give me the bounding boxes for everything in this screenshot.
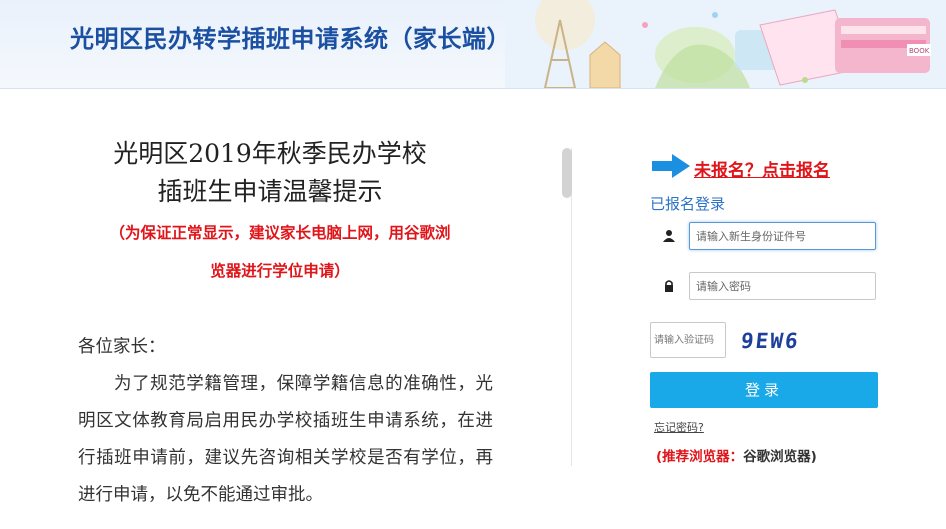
notice-warning-line1: （为保证正常显示，建议家长电脑上网，用谷歌浏 [109,223,451,242]
register-link[interactable]: 未报名？点击报名 [694,156,830,181]
notice-title-line1: 光明区2019年秋季民办学校 [113,139,427,168]
header-banner: 光明区民办转学插班申请系统（家长端） BOOK [0,0,946,89]
captcha-input[interactable] [650,322,726,358]
lock-icon [665,280,673,292]
password-input[interactable] [689,272,876,300]
captcha-image[interactable]: 9EW6 [740,329,801,353]
notice-panel: 光明区2019年秋季民办学校 插班生申请温馨提示 （为保证正常显示，建议家长电脑… [60,135,500,529]
notice-paragraph: 为了规范学籍管理，保障学籍信息的准确性，光明区文体教育局启用民办学校插班生申请系… [78,374,493,505]
notice-scrollbar-thumb[interactable] [562,148,572,198]
id-number-input[interactable] [689,222,876,250]
id-number-field [650,222,878,250]
notice-greeting: 各位家长： [78,337,166,357]
forgot-password-link[interactable]: 忘记密码? [654,419,704,435]
password-field [650,272,878,300]
browser-tip-prefix: (推荐浏览器： [656,449,744,465]
right-arrow-icon [652,154,690,178]
app-title: 光明区民办转学插班申请系统（家长端） [70,25,511,53]
browser-recommendation: (推荐浏览器：谷歌浏览器) [656,445,817,465]
browser-tip-name: 谷歌浏览器) [743,449,817,465]
svg-text:BOOK: BOOK [909,47,930,55]
login-section-label: 已报名登录 [650,195,726,213]
banner-illustration: BOOK [505,0,946,88]
login-button[interactable]: 登录 [650,372,878,408]
notice-title-line2: 插班生申请温馨提示 [157,177,383,206]
user-icon [663,230,675,242]
notice-warning-line2: 览器进行学位申请） [210,261,350,280]
